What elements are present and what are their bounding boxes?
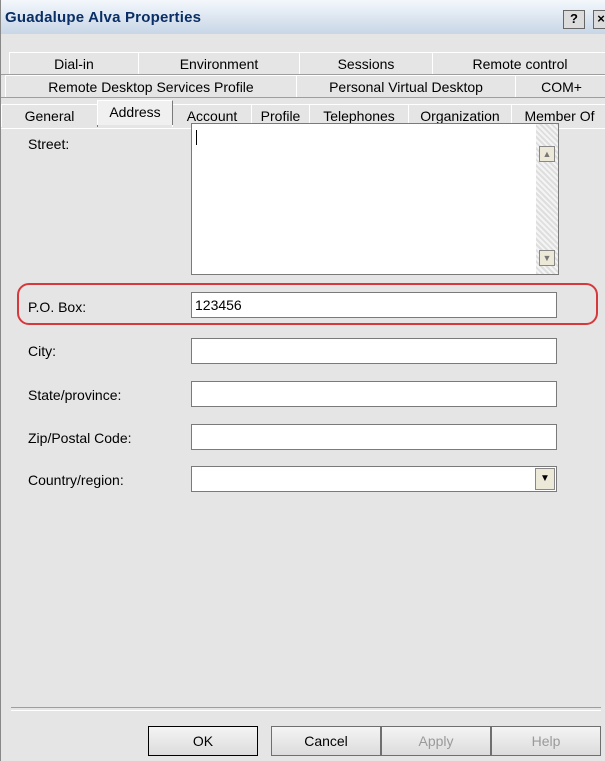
scroll-up-icon[interactable]: ▲ [539,146,555,162]
tab-row-divider [1,97,605,98]
help-question-button[interactable]: ? [563,10,585,29]
zip-postal-code-label: Zip/Postal Code: [28,430,132,446]
help-button[interactable]: Help [491,726,601,756]
country-region-label: Country/region: [28,472,124,488]
street-textarea[interactable]: ▲ ▼ [191,123,559,275]
street-label: Street: [28,136,70,152]
tab-sessions[interactable]: Sessions [299,52,433,75]
po-box-label: P.O. Box: [28,299,87,315]
close-button[interactable]: × [593,10,605,29]
city-label: City: [28,343,56,359]
properties-dialog: Guadalupe Alva Properties ? × Dial-in En… [0,0,605,761]
tab-remote-desktop-services-profile[interactable]: Remote Desktop Services Profile [5,75,297,98]
title-bar[interactable]: Guadalupe Alva Properties ? × [1,0,605,35]
tab-personal-virtual-desktop[interactable]: Personal Virtual Desktop [296,75,516,98]
ok-button[interactable]: OK [148,726,258,756]
tab-environment[interactable]: Environment [138,52,300,75]
tab-general[interactable]: General [1,104,98,127]
button-separator [11,707,601,711]
window-title: Guadalupe Alva Properties [5,9,202,26]
chevron-down-icon[interactable]: ▼ [535,468,555,490]
po-box-field[interactable]: 123456 [191,292,557,318]
scroll-down-icon[interactable]: ▼ [539,250,555,266]
city-field[interactable] [191,338,557,364]
state-province-label: State/province: [28,387,122,403]
street-scrollbar[interactable]: ▲ ▼ [536,124,558,274]
text-cursor [196,130,197,145]
apply-button[interactable]: Apply [381,726,491,756]
zip-postal-code-field[interactable] [191,424,557,450]
tab-address[interactable]: Address [97,100,173,125]
tab-com-plus[interactable]: COM+ [515,75,605,98]
state-province-field[interactable] [191,381,557,407]
tab-remote-control[interactable]: Remote control [432,52,605,75]
cancel-button[interactable]: Cancel [271,726,381,756]
country-region-dropdown[interactable]: ▼ [191,466,557,492]
tab-dial-in[interactable]: Dial-in [9,52,139,75]
